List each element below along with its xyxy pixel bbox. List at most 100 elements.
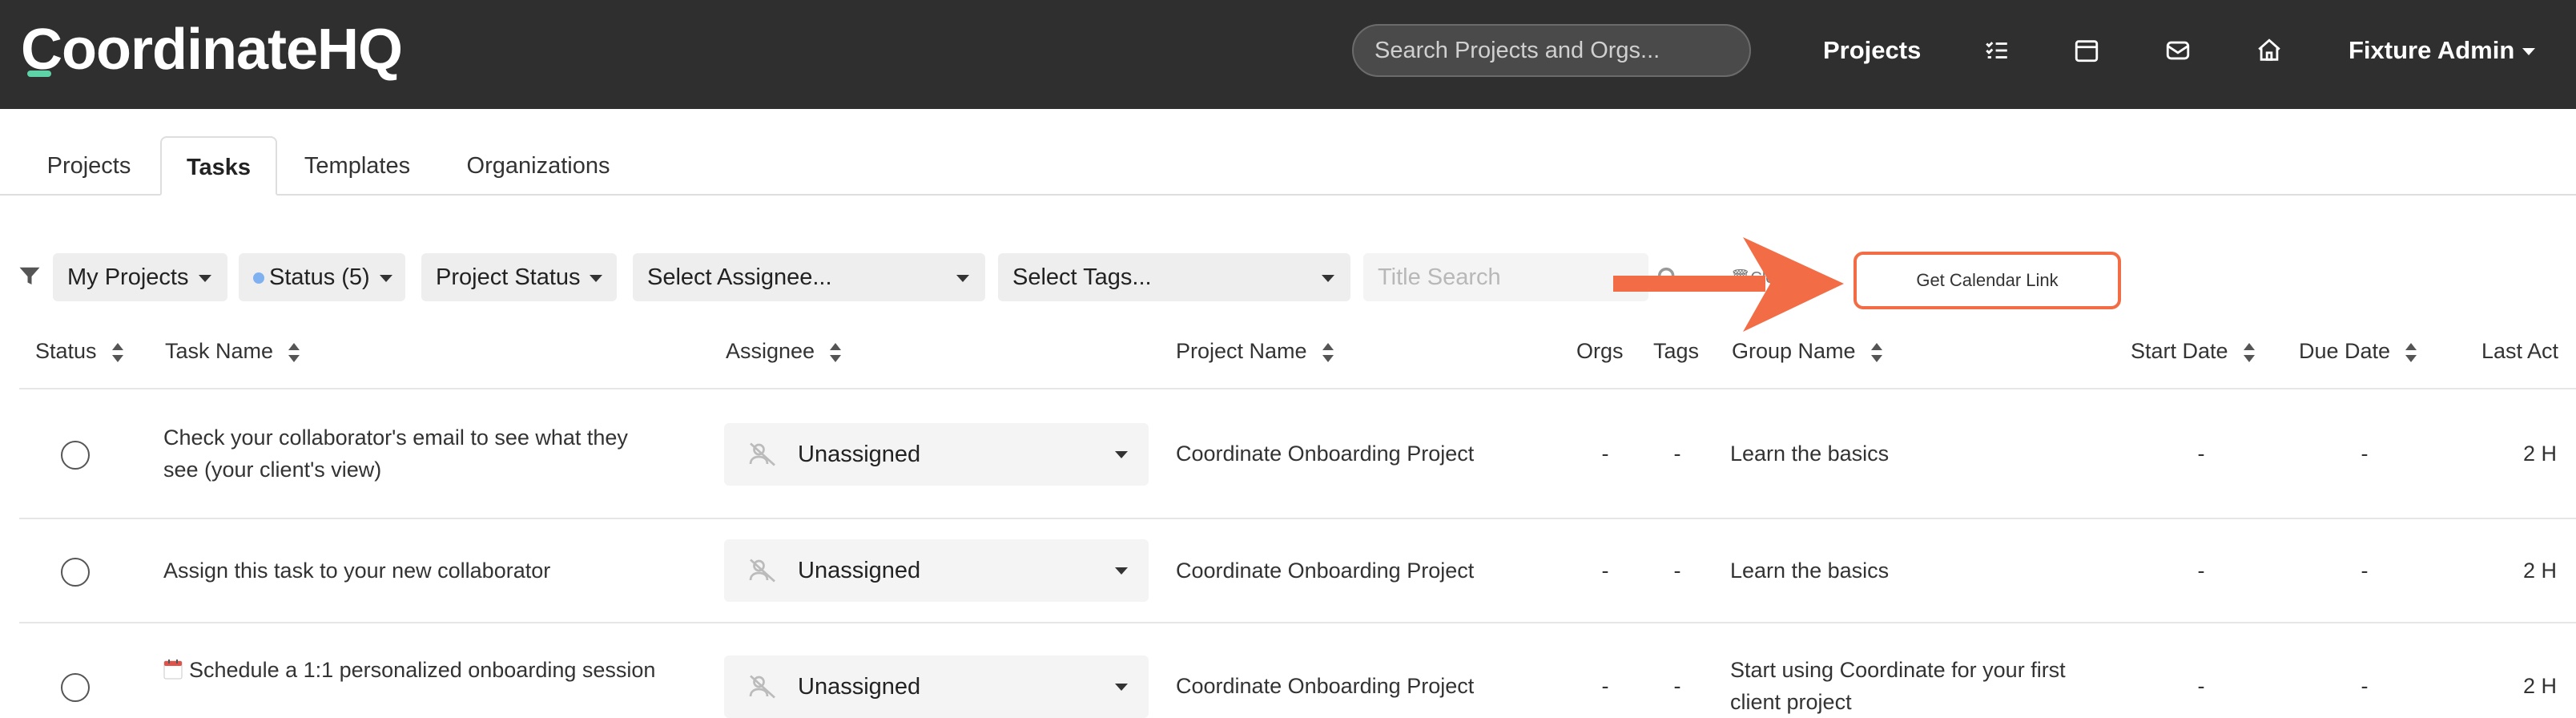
chevron-down-icon [590,275,602,282]
sort-icon [829,342,842,362]
project-name[interactable]: Coordinate Onboarding Project [1176,670,1474,702]
due-date-cell: - [2361,674,2369,698]
get-calendar-link-button[interactable]: Get Calendar Link [1854,252,2121,309]
group-name-line: Learn the basics [1730,559,1890,583]
filter-icon [19,267,40,284]
group-name-line: Start using Coordinate for your first [1730,658,2066,682]
assignee-select-placeholder: Select Assignee... [647,264,832,290]
orgs-cell: - [1601,559,1609,583]
tasks-icon[interactable] [1980,34,2014,67]
tab-projects[interactable]: Projects [27,136,151,196]
column-header-group-name[interactable]: Group Name [1732,335,1883,367]
tags-cell: - [1673,674,1681,698]
assignee-select[interactable]: Select Assignee... [633,253,985,301]
column-header-task-name[interactable]: Task Name [165,335,300,367]
column-header-orgs: Orgs [1576,339,1624,363]
status-filter-label: Status (5) [269,264,370,290]
nav-projects-link[interactable]: Projects [1823,30,1921,71]
status-checkbox[interactable] [61,558,90,587]
due-date-cell: - [2361,559,2369,583]
calendar-emoji-icon [163,656,183,680]
column-header-last-activity[interactable]: Last Act [2481,335,2558,367]
logo-accent [27,71,51,77]
column-header-tags: Tags [1653,339,1700,363]
header-assignee-label: Assignee [726,339,815,363]
title-search-input[interactable] [1363,253,1648,301]
start-date-cell: - [2197,442,2205,466]
task-name[interactable]: Schedule a 1:1 personalized onboarding s… [163,654,655,686]
sort-icon [2405,342,2417,362]
tags-cell: - [1673,442,1681,466]
mail-icon[interactable] [2161,34,2195,67]
tab-organizations[interactable]: Organizations [450,136,626,196]
my-projects-label: My Projects [67,264,189,290]
assignee-dropdown[interactable]: Unassigned [724,539,1149,602]
group-name-line: client project [1730,690,1852,714]
project-name[interactable]: Coordinate Onboarding Project [1176,438,1474,470]
assignee-value: Unassigned [798,442,921,467]
unassigned-user-icon [749,559,775,583]
group-name: Learn the basics [1730,555,1889,587]
unassigned-user-icon [749,675,775,699]
calendar-icon[interactable] [2070,34,2103,67]
tags-select[interactable]: Select Tags... [998,253,1350,301]
task-name-line: Check your collaborator's email to see w… [163,426,628,450]
annotation-arrow [1613,237,1844,332]
chevron-down-icon [380,275,392,282]
status-checkbox[interactable] [61,673,90,702]
chevron-down-icon [956,275,969,282]
sort-icon [1870,342,1883,362]
task-name-line: see (your client's view) [163,458,382,482]
header-group-name-label: Group Name [1732,339,1856,363]
user-menu[interactable]: Fixture Admin [2349,30,2536,71]
column-header-start-date[interactable]: Start Date [2131,335,2256,367]
task-name[interactable]: Assign this task to your new collaborato… [163,555,550,587]
home-icon[interactable] [2252,34,2286,67]
start-date-cell: - [2197,674,2205,698]
chevron-down-icon [1115,567,1128,575]
assignee-dropdown[interactable]: Unassigned [724,423,1149,486]
tags-select-placeholder: Select Tags... [1012,264,1152,290]
status-filter[interactable]: Status (5) [239,253,405,301]
logo[interactable]: CoordinateHQ [21,19,403,80]
project-name[interactable]: Coordinate Onboarding Project [1176,555,1474,587]
assignee-value: Unassigned [798,558,921,583]
tab-templates[interactable]: Templates [287,136,428,196]
project-status-label: Project Status [436,264,581,290]
column-header-project-name[interactable]: Project Name [1176,335,1334,367]
task-name-line: Schedule a 1:1 personalized onboarding s… [189,658,656,682]
start-date-cell: - [2197,559,2205,583]
column-header-assignee[interactable]: Assignee [726,335,842,367]
task-name-line: Assign this task to your new collaborato… [163,559,551,583]
chevron-down-icon [1322,275,1334,282]
header-task-name-label: Task Name [165,339,274,363]
column-header-status[interactable]: Status [35,335,124,367]
task-name[interactable]: Check your collaborator's email to see w… [163,422,628,486]
orgs-cell: - [1601,674,1609,698]
chevron-down-icon [2522,48,2536,56]
last-activity-cell: 2 H [2523,442,2558,466]
last-activity-cell: 2 H [2523,674,2558,698]
assignee-dropdown[interactable]: Unassigned [724,655,1149,718]
row-divider [19,622,2576,623]
row-divider [19,388,2576,389]
header-project-name-label: Project Name [1176,339,1307,363]
group-name-line: Learn the basics [1730,442,1890,466]
header-status-label: Status [35,339,97,363]
my-projects-filter[interactable]: My Projects [53,253,227,301]
status-checkbox[interactable] [61,441,90,470]
tags-cell: - [1673,559,1681,583]
sort-icon [1322,342,1334,362]
header-start-date-label: Start Date [2131,339,2228,363]
tab-tasks[interactable]: Tasks [160,136,277,196]
chevron-down-icon [1115,684,1128,691]
header-due-date-label: Due Date [2299,339,2391,363]
group-name: Start using Coordinate for your first cl… [1730,654,2066,718]
row-divider [19,518,2576,519]
top-navbar: CoordinateHQ Projects Fixture Admin [0,0,2576,109]
global-search-input[interactable] [1352,24,1751,77]
chevron-down-icon [199,275,211,282]
project-status-filter[interactable]: Project Status [421,253,617,301]
column-header-due-date[interactable]: Due Date [2299,335,2417,367]
chevron-down-icon [1115,451,1128,458]
